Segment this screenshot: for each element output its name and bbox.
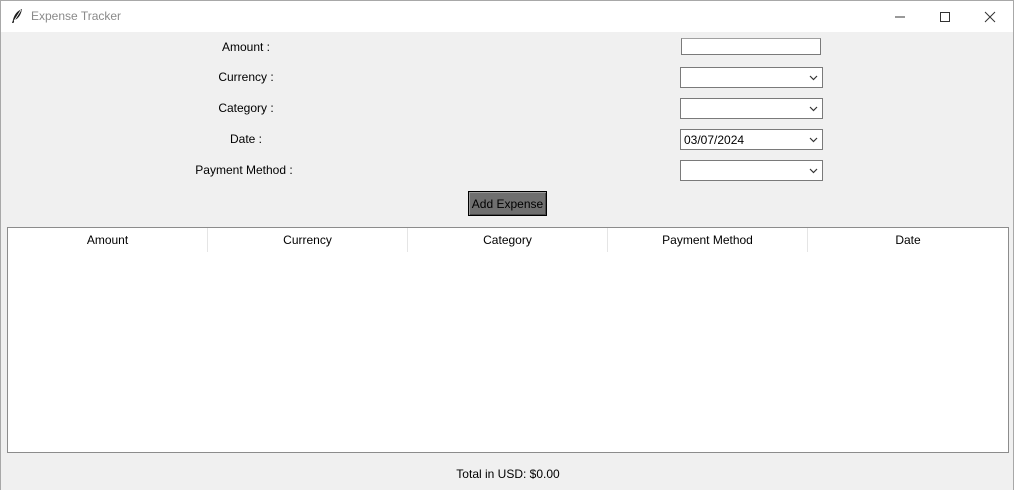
column-header-date[interactable]: Date bbox=[808, 228, 1008, 252]
amount-label: Amount : bbox=[221, 40, 271, 54]
window-title: Expense Tracker bbox=[31, 9, 122, 23]
chevron-down-icon[interactable] bbox=[807, 164, 820, 177]
add-expense-button[interactable]: Add Expense bbox=[468, 191, 547, 216]
date-label: Date : bbox=[229, 132, 263, 146]
table-header: Amount Currency Category Payment Method … bbox=[8, 228, 1008, 252]
column-header-amount[interactable]: Amount bbox=[8, 228, 208, 252]
app-window: Expense Tracker Amount : Currency : Cate… bbox=[0, 0, 1014, 490]
main-content: Amount : Currency : Category : Date : 03… bbox=[1, 32, 1013, 490]
payment-method-select[interactable] bbox=[680, 160, 823, 181]
currency-select[interactable] bbox=[680, 67, 823, 88]
chevron-down-icon[interactable] bbox=[807, 133, 820, 146]
chevron-down-icon[interactable] bbox=[807, 102, 820, 115]
date-select[interactable]: 03/07/2024 bbox=[680, 129, 823, 150]
column-header-category[interactable]: Category bbox=[408, 228, 608, 252]
title-bar[interactable]: Expense Tracker bbox=[1, 1, 1013, 32]
minimize-icon bbox=[895, 16, 905, 17]
close-button[interactable] bbox=[967, 1, 1013, 32]
column-header-payment-method[interactable]: Payment Method bbox=[608, 228, 808, 252]
category-select[interactable] bbox=[680, 98, 823, 119]
expense-table[interactable]: Amount Currency Category Payment Method … bbox=[7, 227, 1009, 453]
payment-method-label: Payment Method : bbox=[195, 163, 293, 177]
date-value: 03/07/2024 bbox=[684, 133, 745, 147]
amount-field[interactable] bbox=[681, 38, 821, 55]
maximize-icon bbox=[940, 11, 950, 22]
column-header-currency[interactable]: Currency bbox=[208, 228, 408, 252]
currency-label: Currency : bbox=[218, 70, 274, 84]
feather-icon bbox=[9, 8, 25, 24]
minimize-button[interactable] bbox=[877, 1, 923, 32]
maximize-button[interactable] bbox=[922, 1, 968, 32]
close-icon bbox=[984, 11, 996, 22]
chevron-down-icon[interactable] bbox=[807, 71, 820, 84]
total-usd-label: Total in USD: $0.00 bbox=[456, 467, 560, 481]
category-label: Category : bbox=[218, 101, 274, 115]
